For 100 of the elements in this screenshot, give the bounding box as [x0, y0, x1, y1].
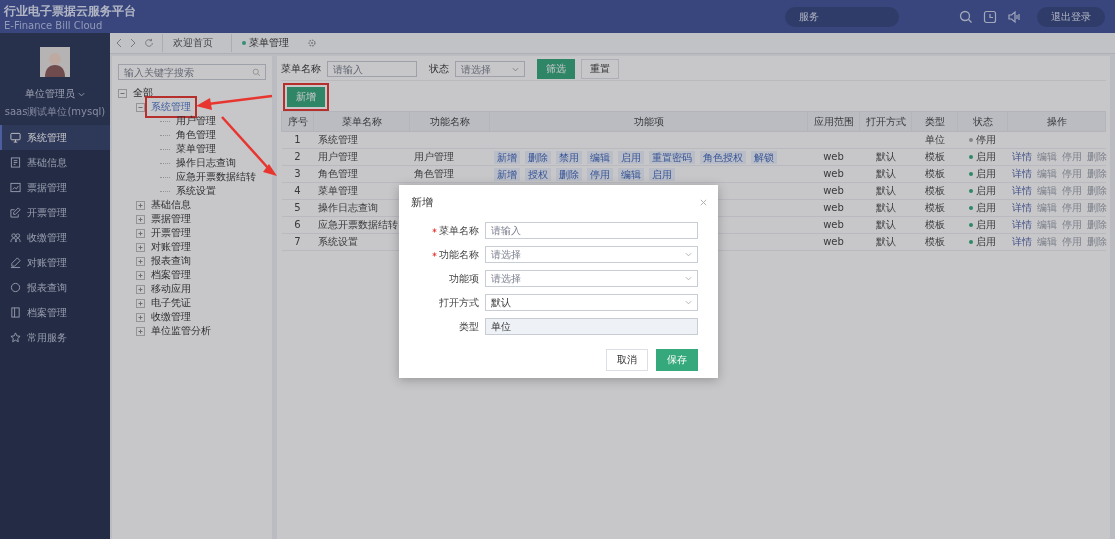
- table-cell: 角色管理: [409, 165, 490, 183]
- table-cell: web: [807, 199, 860, 217]
- expand-icon[interactable]: [136, 256, 145, 266]
- refresh-icon[interactable]: [144, 38, 154, 48]
- select-field[interactable]: 请选择: [485, 270, 698, 287]
- expand-icon[interactable]: [136, 214, 145, 224]
- function-tag: 解锁: [750, 150, 777, 164]
- app-subtitle: E-Finance Bill Cloud: [4, 19, 104, 31]
- expand-icon[interactable]: [136, 228, 145, 238]
- sidebar-menu-item[interactable]: 收缴管理: [0, 225, 110, 250]
- page-tab[interactable]: 菜单管理: [231, 34, 299, 52]
- tree-node[interactable]: 系统设置: [174, 184, 218, 198]
- caret-icon: [512, 67, 519, 72]
- dialog-button[interactable]: 取消: [606, 349, 648, 371]
- row-action-link[interactable]: 详情: [1011, 183, 1032, 199]
- speaker-icon[interactable]: [1007, 9, 1021, 24]
- status-select[interactable]: 请选择: [455, 61, 525, 77]
- close-icon[interactable]: [699, 198, 708, 207]
- table-cell: 2: [281, 148, 314, 166]
- tree-node[interactable]: 操作日志查询: [174, 156, 238, 170]
- form-label: 类型: [459, 319, 480, 334]
- tree-node[interactable]: 菜单管理: [174, 142, 218, 156]
- sidebar-menu-item[interactable]: 档案管理: [0, 300, 110, 325]
- table-cell: 4: [281, 182, 314, 200]
- user-name[interactable]: 单位管理员: [25, 87, 75, 101]
- expand-icon[interactable]: [136, 242, 145, 252]
- expand-icon[interactable]: [136, 200, 145, 210]
- table-cell: 单位: [911, 131, 958, 149]
- status-text: 停用: [976, 133, 996, 147]
- service-pill[interactable]: 服务: [785, 6, 899, 27]
- input-field[interactable]: 请输入: [485, 222, 698, 239]
- function-tag: 授权: [524, 167, 551, 181]
- dialog-button[interactable]: 保存: [656, 349, 698, 371]
- tree-connector: [160, 176, 170, 178]
- table-cell: 模板: [911, 216, 958, 234]
- caret-icon: [685, 252, 692, 257]
- table-cell: 默认: [859, 148, 912, 166]
- function-tag: 编辑: [586, 150, 613, 164]
- column-header: 应用范围: [807, 111, 860, 132]
- clock-icon[interactable]: [983, 9, 997, 24]
- expand-icon[interactable]: [136, 270, 145, 280]
- row-action-link[interactable]: 详情: [1011, 200, 1032, 216]
- column-header: 序号: [281, 111, 314, 132]
- table-cell: 7: [281, 233, 314, 251]
- function-tag: 新增: [493, 150, 520, 164]
- expand-icon[interactable]: [136, 284, 145, 294]
- table-cell: 模板: [911, 165, 958, 183]
- tree-node[interactable]: 角色管理: [174, 128, 218, 142]
- status-text: 启用: [976, 235, 996, 249]
- tree-node[interactable]: 电子凭证: [149, 296, 193, 310]
- select-field[interactable]: 默认: [485, 294, 698, 311]
- tree-node[interactable]: 收缴管理: [149, 310, 193, 324]
- tree-node[interactable]: 档案管理: [149, 268, 193, 282]
- tree-node[interactable]: 移动应用: [149, 282, 193, 296]
- tree-connector: [160, 120, 170, 122]
- filter-button[interactable]: 筛选: [537, 59, 575, 79]
- row-action-link[interactable]: 详情: [1011, 217, 1032, 233]
- expand-icon[interactable]: [136, 312, 145, 322]
- table-cell: 模板: [911, 233, 958, 251]
- tree-node[interactable]: 用户管理: [174, 114, 218, 128]
- add-button[interactable]: 新增: [287, 87, 325, 107]
- row-action-link[interactable]: 详情: [1011, 166, 1032, 182]
- tree-connector: [160, 190, 170, 192]
- sidebar-menu-item[interactable]: 常用服务: [0, 325, 110, 350]
- logout-button[interactable]: 退出登录: [1037, 6, 1105, 27]
- filter-button[interactable]: 重置: [581, 59, 619, 79]
- expand-icon[interactable]: [136, 326, 145, 336]
- tree-node[interactable]: 应急开票数据结转: [174, 170, 258, 184]
- tree-node[interactable]: 票据管理: [149, 212, 193, 226]
- settings-icon[interactable]: [307, 38, 317, 48]
- table-cell: web: [807, 233, 860, 251]
- sidebar-menu-item[interactable]: 票据管理: [0, 175, 110, 200]
- caret-icon[interactable]: [78, 91, 85, 97]
- collapse-icon[interactable]: [118, 88, 127, 98]
- sidebar-menu-item[interactable]: 系统管理: [0, 125, 110, 150]
- sidebar-menu-item[interactable]: 对账管理: [0, 250, 110, 275]
- column-header: 菜单名称: [313, 111, 410, 132]
- status-text: 启用: [976, 150, 996, 164]
- tree-node[interactable]: 报表查询: [149, 254, 193, 268]
- row-action-link[interactable]: 详情: [1011, 149, 1032, 165]
- tree-node[interactable]: 开票管理: [149, 226, 193, 240]
- tree-connector: [160, 134, 170, 136]
- expand-icon[interactable]: [136, 298, 145, 308]
- sidebar-menu-item[interactable]: 基础信息: [0, 150, 110, 175]
- select-field[interactable]: 请选择: [485, 246, 698, 263]
- tree-node[interactable]: 对账管理: [149, 240, 193, 254]
- page-tab[interactable]: 欢迎首页: [162, 34, 223, 52]
- menu-name-field[interactable]: 请输入: [327, 61, 417, 77]
- row-action-link[interactable]: 详情: [1011, 234, 1032, 250]
- sidebar-menu-item[interactable]: 开票管理: [0, 200, 110, 225]
- tree-node[interactable]: 单位监管分析: [149, 324, 213, 338]
- sidebar-menu-item[interactable]: 报表查询: [0, 275, 110, 300]
- column-header: 操作: [1007, 111, 1106, 132]
- table-cell: 模板: [911, 182, 958, 200]
- function-tag: 禁用: [555, 150, 582, 164]
- tree-node[interactable]: 基础信息: [149, 198, 193, 212]
- input-field[interactable]: 单位: [485, 318, 698, 335]
- tree-search-field[interactable]: 输入关键字搜索: [118, 64, 266, 80]
- collapse-icon[interactable]: [136, 102, 145, 112]
- status-text: 启用: [976, 184, 996, 198]
